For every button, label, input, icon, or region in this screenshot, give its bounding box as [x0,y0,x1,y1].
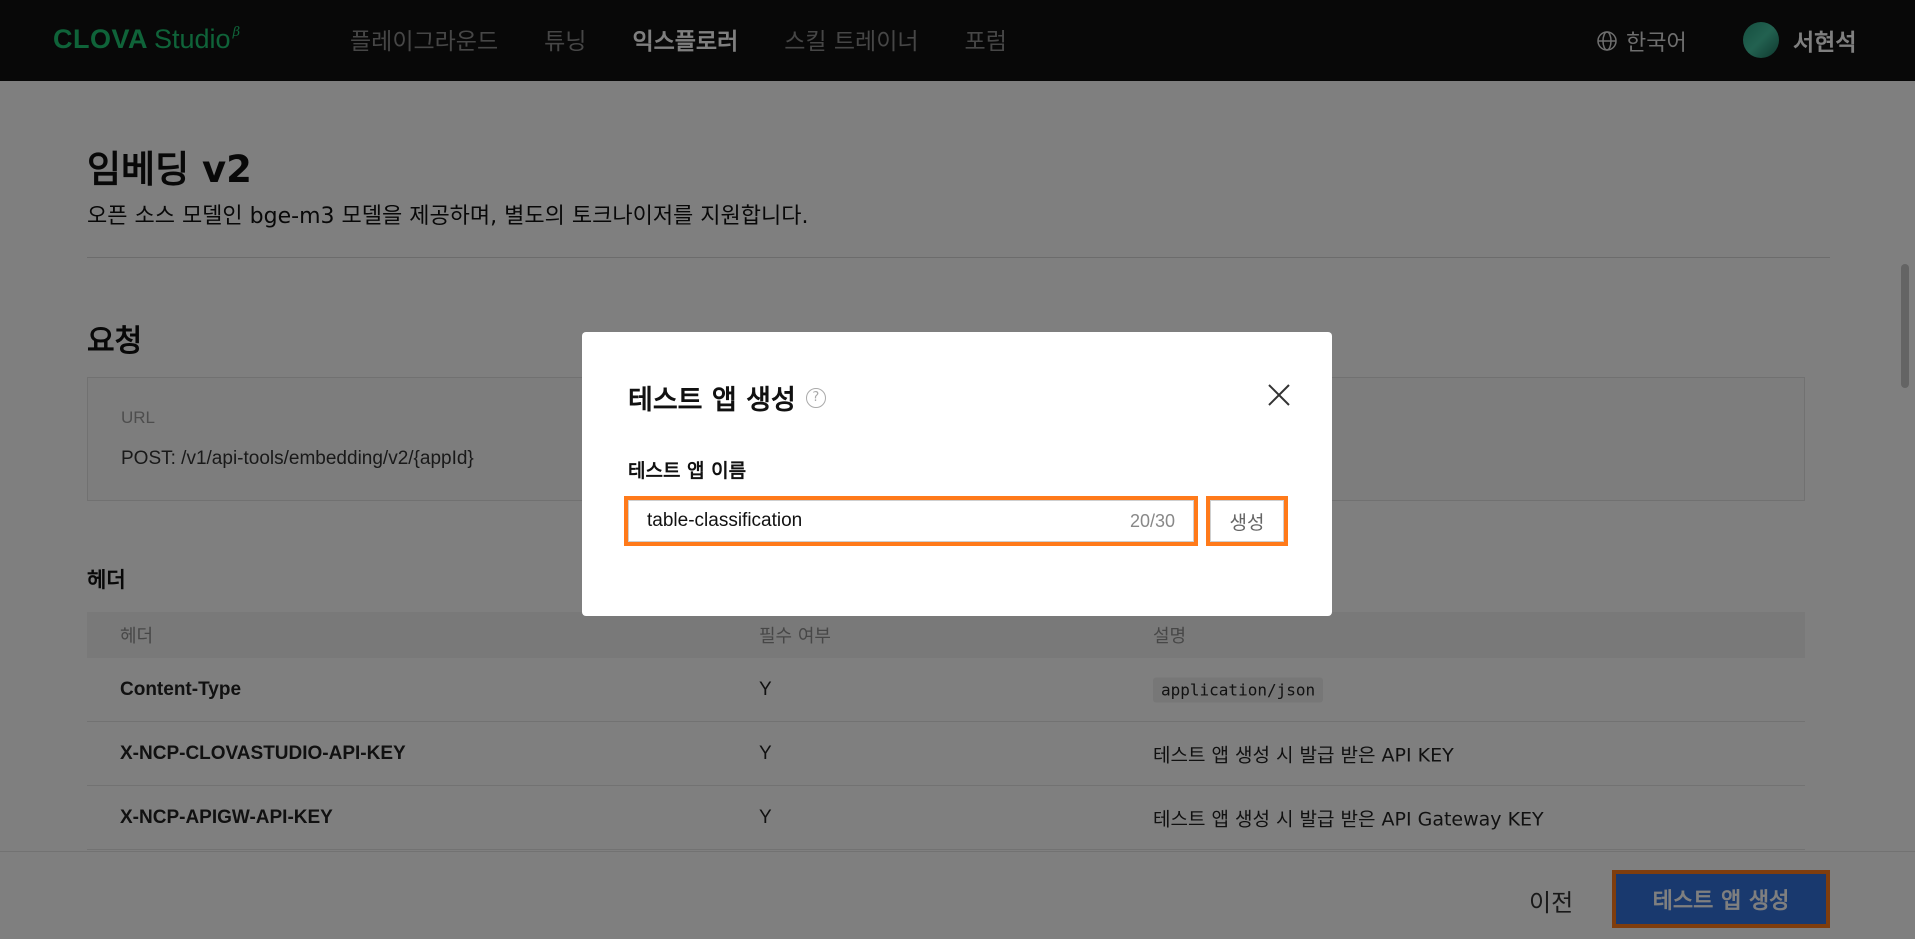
app-name-field: 20/30 [624,496,1198,546]
dialog-title-text: 테스트 앱 생성 [628,385,796,416]
dialog-title: 테스트 앱 생성 ? [628,378,826,417]
help-icon[interactable]: ? [805,387,826,408]
close-icon[interactable] [1266,382,1292,408]
create-test-app-dialog: 테스트 앱 생성 ? 테스트 앱 이름 20/30 생성 [582,332,1332,616]
char-counter: 20/30 [1129,511,1175,531]
app-name-input[interactable] [647,501,1107,541]
app-name-label: 테스트 앱 이름 [628,460,747,482]
create-button[interactable]: 생성 [1206,496,1288,546]
